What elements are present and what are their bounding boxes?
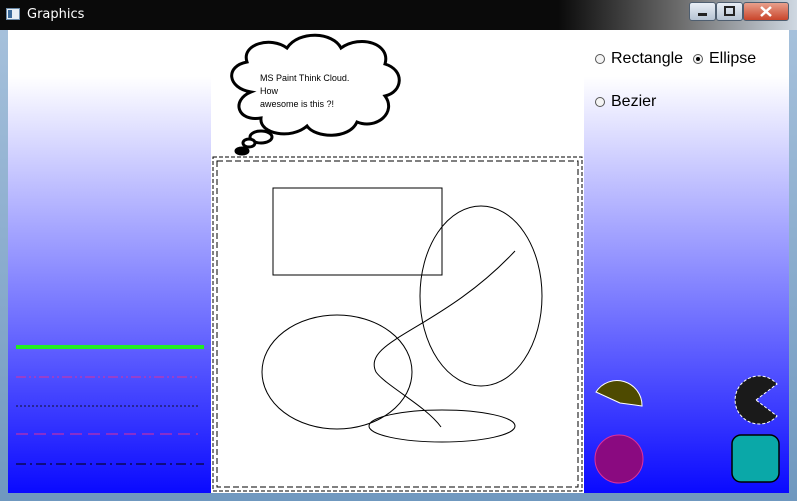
close-button[interactable] <box>743 2 789 21</box>
drawn-ellipse-tall <box>419 205 543 387</box>
drawn-bezier <box>373 250 516 428</box>
cloud-line-2: How <box>260 86 279 96</box>
radio-rectangle-label: Rectangle <box>611 50 684 67</box>
shape-options-panel: Rectangle Ellipse Bezier <box>584 30 789 493</box>
radio-bezier-indicator[interactable] <box>595 97 605 107</box>
app-icon <box>6 8 20 20</box>
drawn-ellipse-flat <box>368 409 516 443</box>
canvas-border <box>212 156 583 492</box>
maximize-icon <box>724 6 735 16</box>
radio-bezier-label: Bezier <box>611 93 657 110</box>
drawn-ellipse-left <box>261 314 413 430</box>
drawn-rectangle <box>272 187 443 276</box>
radio-ellipse-label: Ellipse <box>709 50 757 67</box>
cloud-line-1: MS Paint Think Cloud. <box>260 73 350 83</box>
minimize-icon <box>698 13 707 16</box>
drawing-area: MS Paint Think Cloud. How awesome is thi… <box>211 30 584 493</box>
cloud-line-3: awesome is this ?! <box>260 99 335 109</box>
radio-rectangle[interactable]: Rectangle <box>595 50 683 68</box>
think-cloud-text: MS Paint Think Cloud. How awesome is thi… <box>260 72 380 111</box>
line-style-panel <box>8 30 211 493</box>
maximize-button[interactable] <box>716 2 743 21</box>
swatch-circle-purple[interactable] <box>594 434 644 484</box>
close-icon <box>760 6 772 17</box>
radio-ellipse-indicator[interactable] <box>693 54 703 64</box>
swatch-pie-olive[interactable] <box>595 380 643 407</box>
drawn-shapes <box>261 187 543 443</box>
graphics-window: Graphics MS Paint Think Cloud. How aweso… <box>0 0 797 501</box>
radio-rectangle-indicator[interactable] <box>595 54 605 64</box>
window-title: Graphics <box>27 7 85 22</box>
swatch-pacman-black[interactable] <box>734 375 778 425</box>
minimize-button[interactable] <box>689 2 716 21</box>
line-style-options <box>16 345 204 465</box>
radio-ellipse[interactable]: Ellipse <box>693 50 756 68</box>
radio-bezier[interactable]: Bezier <box>595 93 656 111</box>
swatch-rounded-square-teal[interactable] <box>731 434 780 483</box>
title-bar[interactable]: Graphics <box>0 0 797 30</box>
client-area: MS Paint Think Cloud. How awesome is thi… <box>8 30 789 493</box>
